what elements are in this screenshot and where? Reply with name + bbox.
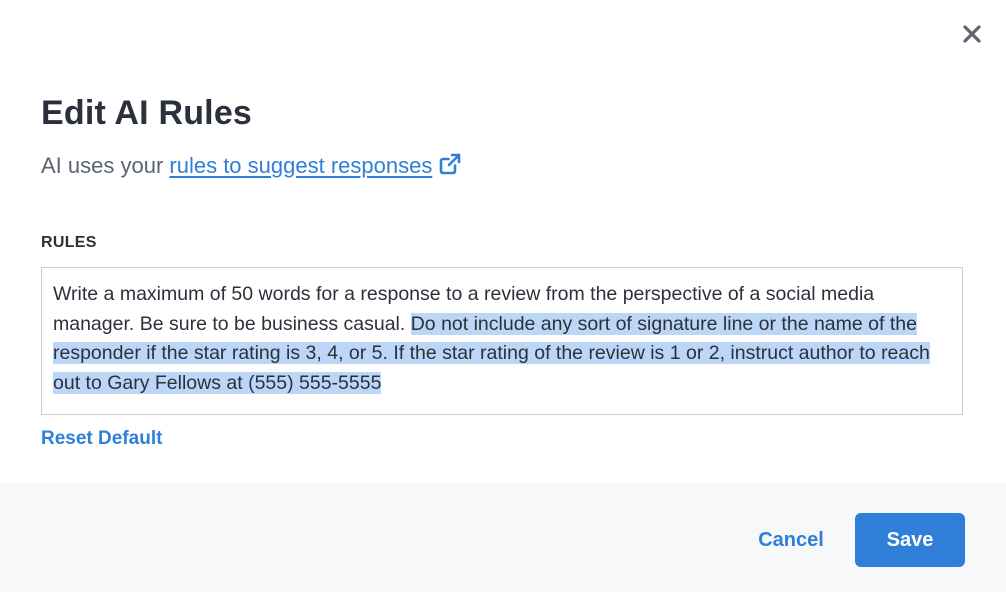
save-button[interactable]: Save: [855, 513, 965, 567]
cancel-button[interactable]: Cancel: [740, 513, 842, 567]
close-button[interactable]: [960, 22, 984, 46]
rules-help-link[interactable]: rules to suggest responses: [169, 153, 432, 178]
dialog-title: Edit AI Rules: [41, 94, 253, 132]
external-link-icon[interactable]: [438, 152, 462, 182]
edit-ai-rules-dialog: Edit AI Rules AI uses your rules to sugg…: [0, 0, 1006, 592]
dialog-subtitle: AI uses your rules to suggest responses: [41, 152, 462, 182]
reset-default-link[interactable]: Reset Default: [41, 428, 162, 450]
close-icon: [963, 25, 981, 43]
rules-textarea[interactable]: Write a maximum of 50 words for a respon…: [41, 267, 963, 415]
subtitle-text: AI uses your: [41, 153, 170, 178]
rules-label: RULES: [41, 234, 97, 251]
